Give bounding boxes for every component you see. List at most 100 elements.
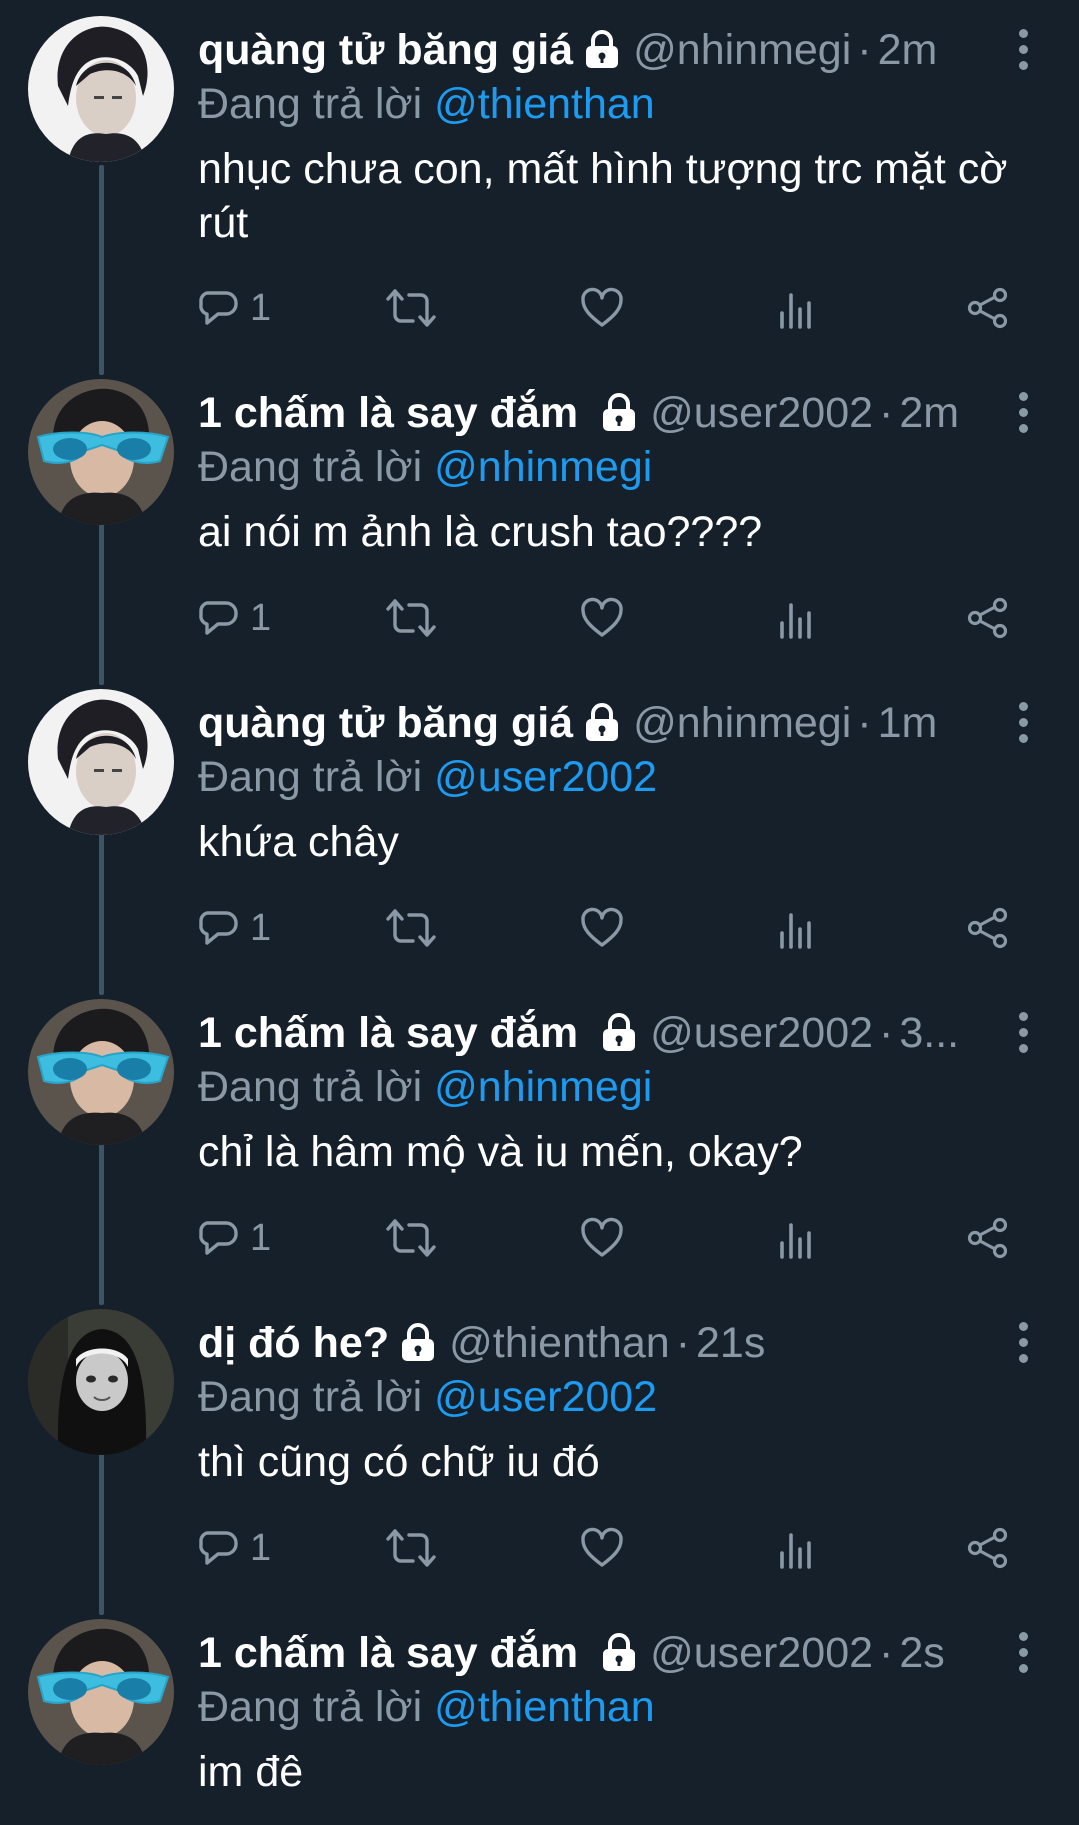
display-name[interactable]: quàng tử băng giá xyxy=(198,26,573,74)
tweet-header: quàng tử băng giá @nhinmegi · 2m xyxy=(198,20,999,80)
like-button[interactable] xyxy=(580,1523,624,1573)
more-icon[interactable] xyxy=(1011,1009,1035,1055)
reply-mention[interactable]: @user2002 xyxy=(434,1373,657,1421)
share-button[interactable] xyxy=(966,903,1010,953)
retweet-button[interactable] xyxy=(386,1213,436,1263)
reply-mention[interactable]: @nhinmegi xyxy=(434,443,652,491)
display-name[interactable]: 1 chấm là say đắm xyxy=(198,389,578,437)
share-icon xyxy=(967,1217,1008,1259)
tweet-text: ai nói m ảnh là crush tao???? xyxy=(198,508,763,556)
more-icon[interactable] xyxy=(1011,389,1035,435)
retweet-button[interactable] xyxy=(386,903,436,953)
like-button[interactable] xyxy=(580,593,624,643)
avatar-thienthan[interactable] xyxy=(28,1309,174,1455)
reply-button[interactable]: 1 xyxy=(198,903,271,953)
reply-mention[interactable]: @thienthan xyxy=(434,80,655,128)
more-icon[interactable] xyxy=(1011,1319,1035,1365)
timestamp[interactable]: 3... xyxy=(899,1009,959,1057)
reply-count: 1 xyxy=(250,1526,272,1569)
share-button[interactable] xyxy=(966,1523,1010,1573)
tweet[interactable]: 1 chấm là say đắm @user2002 · 2s Đang trả l… xyxy=(0,1603,1079,1825)
user-handle[interactable]: @nhinmegi xyxy=(633,26,851,74)
reply-count: 1 xyxy=(250,596,272,639)
tweet-header: 1 chấm là say đắm @user2002 · 3... xyxy=(198,1003,999,1063)
reply-context: Đang trả lời @nhinmegi xyxy=(198,1059,652,1115)
heart-icon xyxy=(581,907,623,947)
retweet-button[interactable] xyxy=(386,283,436,333)
share-icon xyxy=(967,907,1008,949)
views-button[interactable] xyxy=(776,1213,816,1263)
like-button[interactable] xyxy=(580,903,624,953)
tweet[interactable]: 1 chấm là say đắm @user2002 · 2m Đang trả l… xyxy=(0,363,1079,673)
share-button[interactable] xyxy=(966,593,1010,643)
heart-icon xyxy=(581,597,623,637)
lock-icon xyxy=(399,1319,437,1373)
reply-count: 1 xyxy=(250,286,272,329)
tweet[interactable]: dị đó he? @thienthan · 21s Đang trả lời @us… xyxy=(0,1293,1079,1603)
display-name[interactable]: 1 chấm là say đắm xyxy=(198,1009,578,1057)
tweet-text: chỉ là hâm mộ và iu mến, okay? xyxy=(198,1128,803,1176)
reply-icon xyxy=(199,1221,238,1255)
reply-context: Đang trả lời @user2002 xyxy=(198,749,657,805)
reply-button[interactable]: 1 xyxy=(198,593,271,643)
avatar-user2002[interactable] xyxy=(28,379,174,525)
retweet-icon xyxy=(386,599,436,637)
views-button[interactable] xyxy=(776,283,816,333)
avatar-nhinmegi[interactable] xyxy=(28,16,174,162)
views-icon xyxy=(780,603,811,639)
display-name[interactable]: dị đó he? xyxy=(198,1319,389,1367)
tweet[interactable]: quàng tử băng giá @nhinmegi · 2m Đang trả l… xyxy=(0,0,1079,355)
tweet-header: 1 chấm là say đắm @user2002 · 2s xyxy=(198,1623,999,1683)
timestamp[interactable]: 2m xyxy=(878,26,938,74)
user-handle[interactable]: @user2002 xyxy=(650,1009,873,1057)
avatar-user2002[interactable] xyxy=(28,999,174,1145)
retweet-button[interactable] xyxy=(386,1523,436,1573)
avatar-nhinmegi[interactable] xyxy=(28,689,174,835)
display-name[interactable]: quàng tử băng giá xyxy=(198,699,573,747)
user-handle[interactable]: @thienthan xyxy=(449,1319,670,1367)
timestamp[interactable]: 21s xyxy=(696,1319,765,1367)
views-button[interactable] xyxy=(776,903,816,953)
share-button[interactable] xyxy=(966,1213,1010,1263)
more-icon[interactable] xyxy=(1011,1629,1035,1675)
tweet[interactable]: 1 chấm là say đắm @user2002 · 3... Đang trả… xyxy=(0,983,1079,1293)
reply-mention[interactable]: @user2002 xyxy=(434,753,657,801)
like-button[interactable] xyxy=(580,1213,624,1263)
separator-dot: · xyxy=(857,699,872,747)
more-icon[interactable] xyxy=(1011,26,1035,72)
retweet-icon xyxy=(386,289,436,327)
reply-button[interactable]: 1 xyxy=(198,1523,271,1573)
reply-count: 1 xyxy=(250,906,272,949)
user-handle[interactable]: @user2002 xyxy=(650,1629,873,1677)
retweet-icon xyxy=(386,1219,436,1257)
lock-icon xyxy=(600,1009,638,1063)
reply-mention[interactable]: @nhinmegi xyxy=(434,1063,652,1111)
more-icon[interactable] xyxy=(1011,699,1035,745)
action-bar: 1 xyxy=(198,283,1018,333)
timestamp[interactable]: 2m xyxy=(899,389,959,437)
user-handle[interactable]: @nhinmegi xyxy=(633,699,851,747)
like-button[interactable] xyxy=(580,283,624,333)
reply-mention[interactable]: @thienthan xyxy=(434,1683,655,1731)
timestamp[interactable]: 1m xyxy=(878,699,938,747)
views-button[interactable] xyxy=(776,1523,816,1573)
reply-button[interactable]: 1 xyxy=(198,283,271,333)
tweet[interactable]: quàng tử băng giá @nhinmegi · 1m Đang trả l… xyxy=(0,673,1079,983)
retweet-button[interactable] xyxy=(386,593,436,643)
views-button[interactable] xyxy=(776,593,816,643)
reply-context: Đang trả lời @thienthan xyxy=(198,1679,655,1735)
timestamp[interactable]: 2s xyxy=(899,1629,944,1677)
views-icon xyxy=(780,1533,811,1569)
share-button[interactable] xyxy=(966,283,1010,333)
reply-context: Đang trả lời @thienthan xyxy=(198,76,655,132)
user-handle[interactable]: @user2002 xyxy=(650,389,873,437)
tweet-text: thì cũng có chữ iu đó xyxy=(198,1438,600,1486)
reply-button[interactable]: 1 xyxy=(198,1213,271,1263)
display-name[interactable]: 1 chấm là say đắm xyxy=(198,1629,578,1677)
retweet-icon xyxy=(386,1529,436,1567)
tweet-header: dị đó he? @thienthan · 21s xyxy=(198,1313,999,1373)
views-icon xyxy=(780,913,811,949)
reply-prefix: Đang trả lời xyxy=(198,1063,423,1111)
lock-icon xyxy=(600,1629,638,1683)
avatar-user2002[interactable] xyxy=(28,1619,174,1765)
